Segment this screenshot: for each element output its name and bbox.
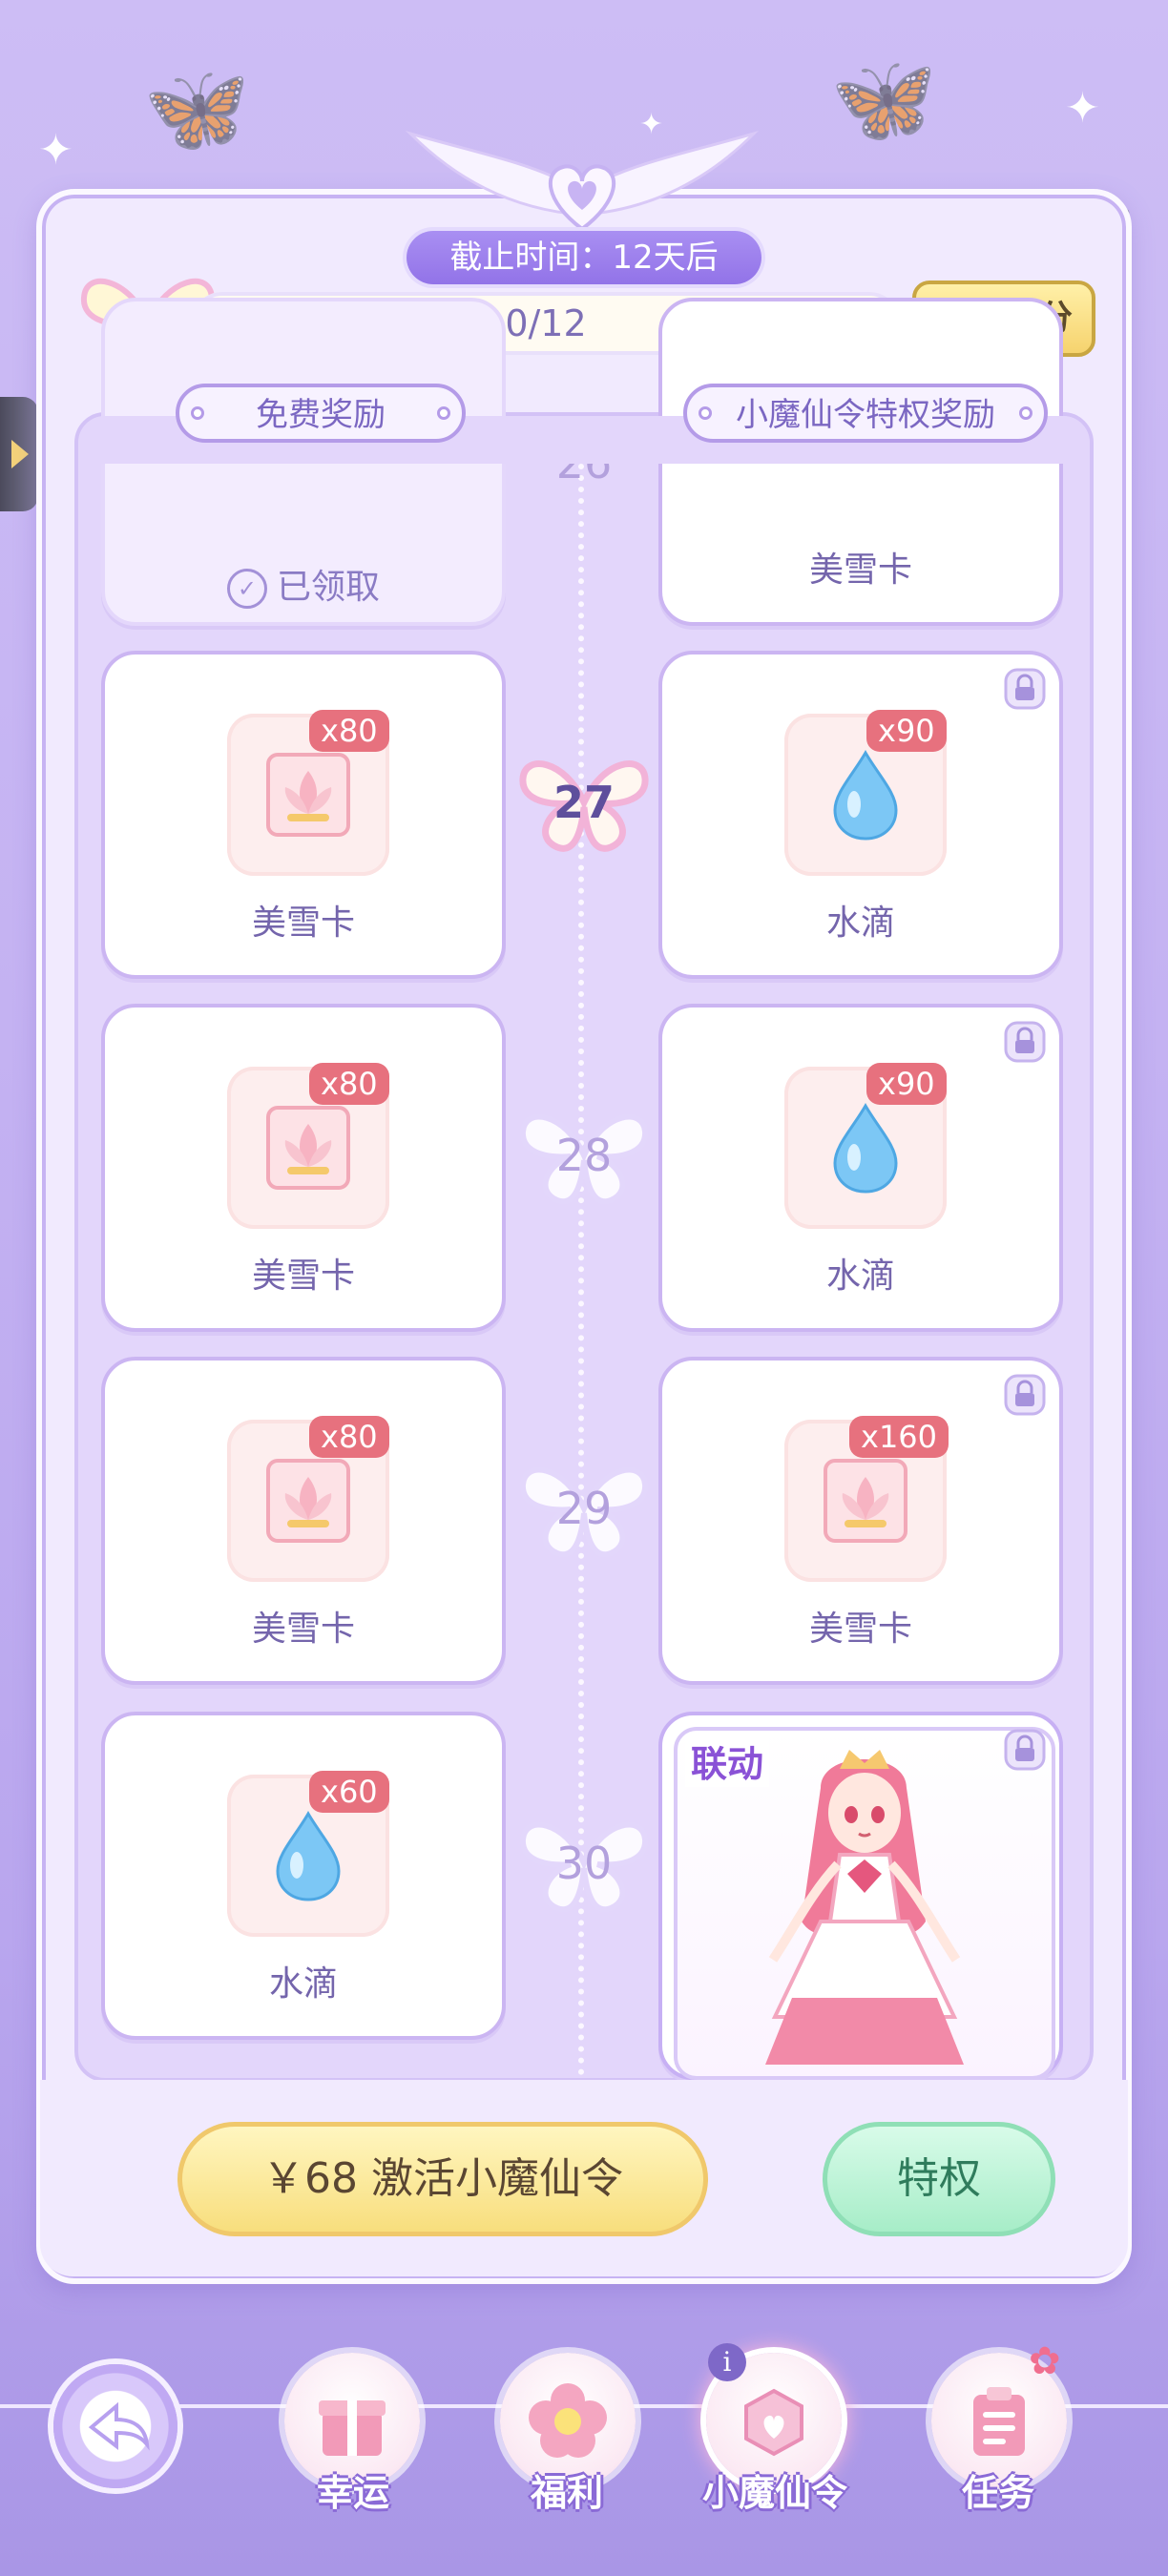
lotus-card-icon: [266, 1459, 350, 1543]
butterfly-decoration-icon: 🦋: [830, 50, 938, 150]
reward-name: 水滴: [268, 1964, 338, 2004]
reward-name: 美雪卡: [251, 1610, 355, 1649]
level-number: 27: [553, 777, 615, 828]
reward-name: 美雪卡: [251, 1257, 355, 1296]
level-node-30: 30: [517, 1811, 651, 1916]
quantity-badge: x60: [309, 1771, 389, 1813]
nav-fairy-pass-label: 小魔仙令: [701, 2472, 847, 2514]
free-rewards-label: 免费奖励: [256, 396, 386, 434]
level-node-28: 28: [517, 1103, 651, 1208]
premium-reward-card-29[interactable]: x160 美雪卡: [658, 1357, 1063, 1685]
quantity-badge: x80: [309, 1063, 389, 1105]
free-reward-card-30[interactable]: x60 水滴: [101, 1712, 506, 2040]
quantity-badge: x80: [309, 710, 389, 752]
level-number: 29: [555, 1483, 613, 1534]
nav-tasks-label: 任务: [961, 2472, 1034, 2514]
quantity-badge: x160: [849, 1416, 949, 1458]
deadline-label: 截止时间：12天后: [407, 231, 761, 284]
butterfly-decoration-icon: 🦋: [143, 59, 251, 159]
free-rewards-header-overlay: 免费奖励: [176, 384, 466, 443]
activate-pass-button[interactable]: ￥68 激活小魔仙令: [177, 2122, 708, 2236]
lock-icon: [1004, 1374, 1046, 1416]
premium-reward-card-28[interactable]: x90 水滴: [658, 1004, 1063, 1332]
flower-notification-icon: ✿: [1029, 2339, 1061, 2383]
premium-reward-card-30[interactable]: 联动: [658, 1712, 1063, 2080]
collab-tag: 联动: [685, 1735, 770, 1787]
free-reward-card-27[interactable]: x80 美雪卡: [101, 651, 506, 979]
back-button[interactable]: [53, 2364, 177, 2488]
check-circle-icon: ✓: [226, 569, 267, 609]
quantity-badge: x90: [866, 1063, 947, 1105]
sparkle-decoration-icon: ✦: [1065, 84, 1100, 133]
premium-reward-card-27[interactable]: x90 水滴: [658, 651, 1063, 979]
nav-lucky-label: 幸运: [316, 2472, 389, 2514]
water-drop-icon: [833, 750, 898, 841]
lotus-card-icon: [266, 753, 350, 837]
quantity-badge: x90: [866, 710, 947, 752]
back-arrow-icon: [88, 2401, 150, 2451]
claimed-label: 已领取: [276, 568, 380, 607]
sparkle-decoration-icon: ✦: [38, 126, 73, 175]
lotus-card-icon: [824, 1459, 907, 1543]
premium-rewards-label: 小魔仙令特权奖励: [736, 396, 995, 434]
info-badge-icon[interactable]: i: [708, 2343, 746, 2381]
premium-rewards-header-overlay: 小魔仙令特权奖励: [683, 384, 1048, 443]
lock-icon: [1004, 1021, 1046, 1063]
water-drop-icon: [833, 1103, 898, 1194]
lock-icon: [1004, 1729, 1046, 1771]
free-reward-card-28[interactable]: x80 美雪卡: [101, 1004, 506, 1332]
reward-name: 水滴: [825, 1257, 895, 1296]
reward-name: 水滴: [825, 904, 895, 943]
lotus-card-icon: [266, 1106, 350, 1190]
heart-wings-emblem-icon: [405, 130, 760, 232]
quantity-badge: x80: [309, 1416, 389, 1458]
level-number: 28: [555, 1130, 613, 1181]
level-node-29: 29: [517, 1456, 651, 1561]
claimed-status: ✓ 已领取: [105, 559, 502, 609]
water-drop-icon: [276, 1811, 341, 1901]
level-node-27: 27: [517, 750, 651, 855]
reward-name: 美雪卡: [251, 904, 355, 943]
nav-welfare-label: 福利: [530, 2472, 603, 2514]
reward-name: 美雪卡: [808, 1610, 912, 1649]
lock-icon: [1004, 668, 1046, 710]
privilege-button[interactable]: 特权: [823, 2122, 1055, 2236]
side-drawer-handle[interactable]: [0, 397, 38, 511]
free-reward-card-29[interactable]: x80 美雪卡: [101, 1357, 506, 1685]
level-number: 30: [555, 1838, 613, 1889]
reward-name: 美雪卡: [808, 551, 912, 590]
